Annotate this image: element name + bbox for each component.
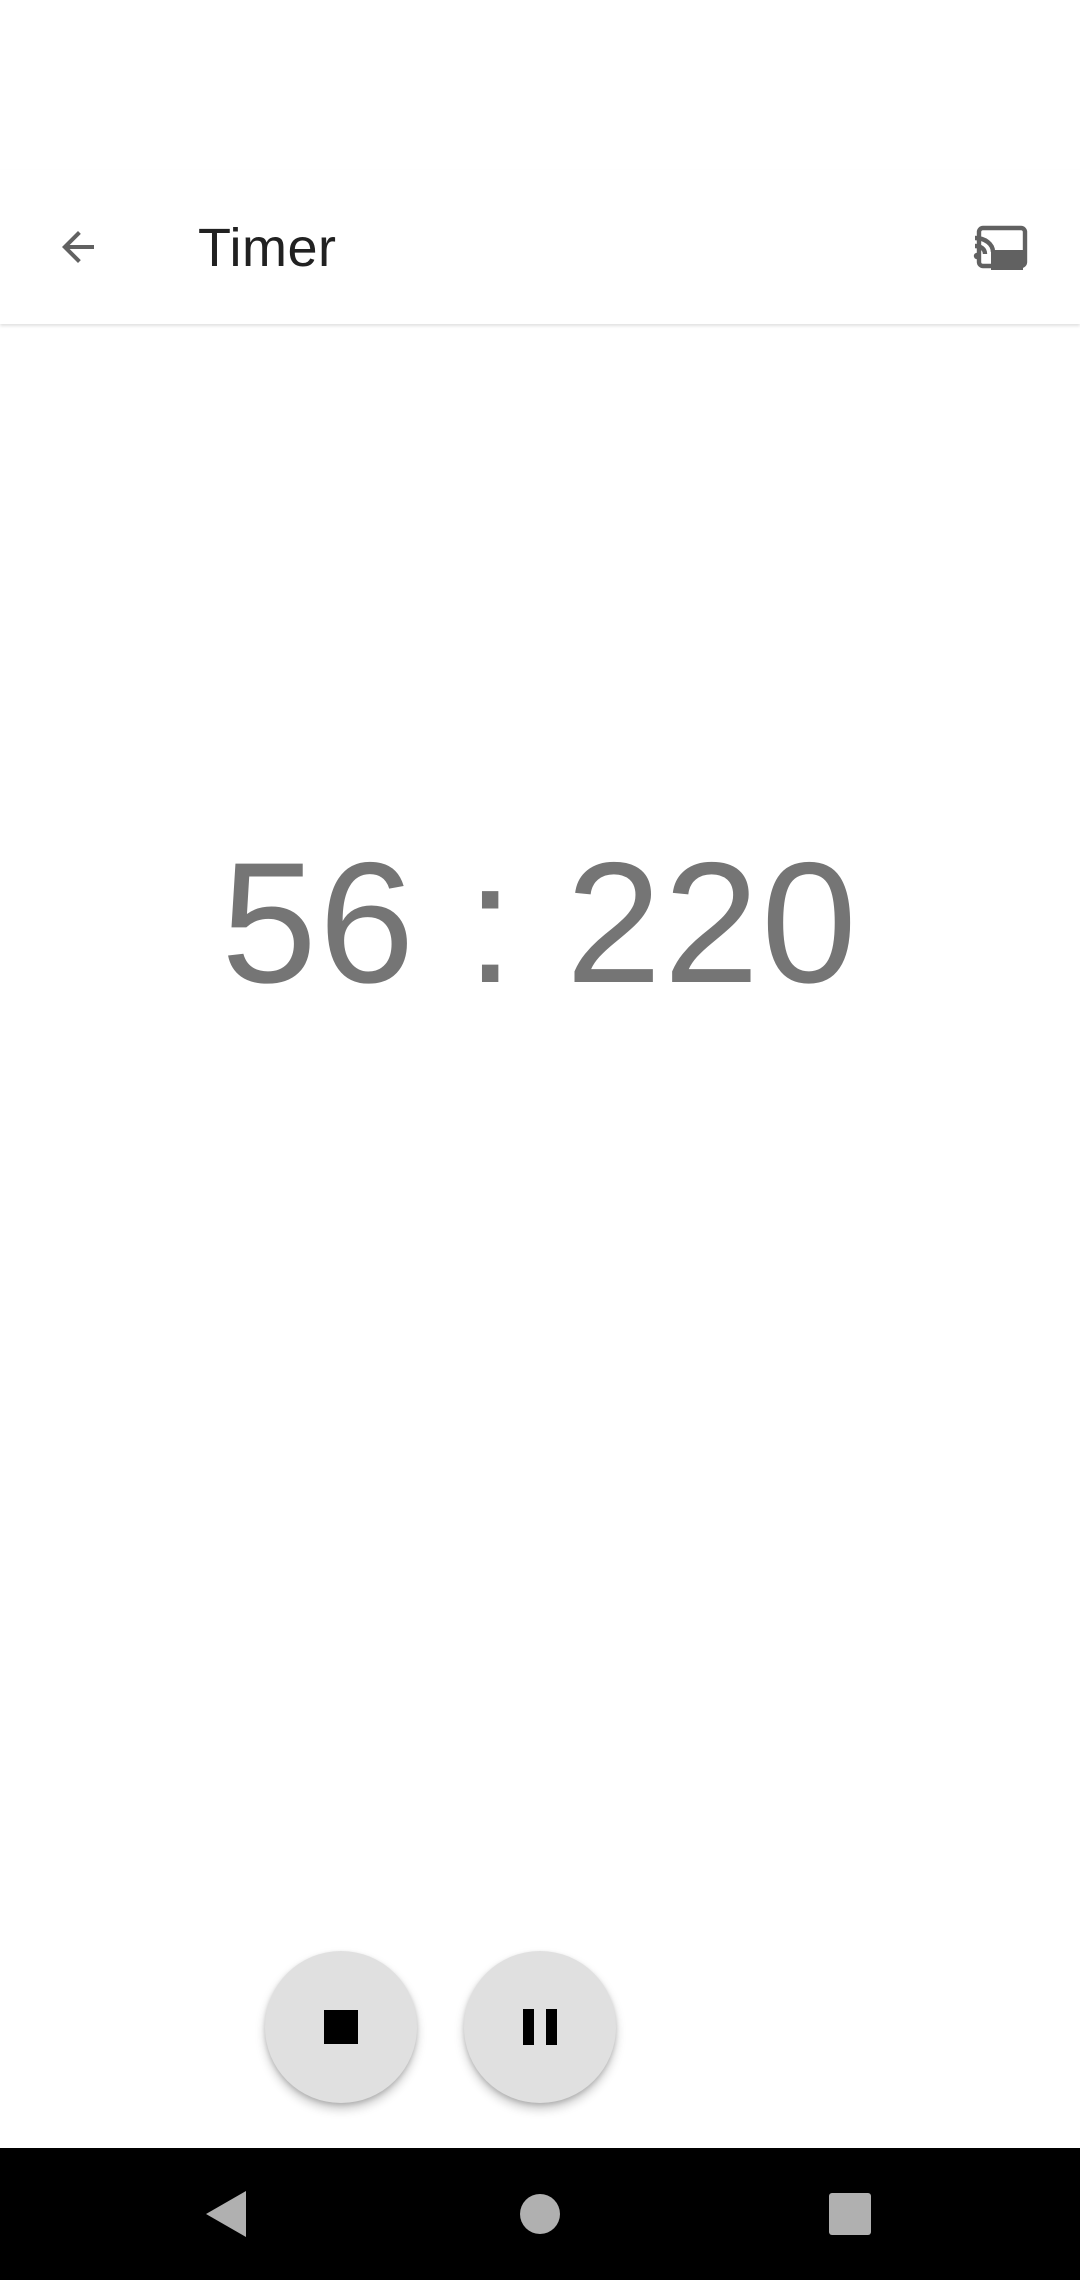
stop-button[interactable] [265,1951,417,2103]
back-button[interactable] [34,203,122,291]
nav-back-button[interactable] [176,2168,276,2260]
nav-recents-button[interactable] [800,2168,900,2260]
stop-icon [324,2010,358,2044]
nav-recents-icon [829,2193,871,2235]
app-bar: Timer [0,170,1080,324]
navigation-bar [0,2148,1080,2280]
cast-button[interactable] [958,203,1046,291]
page-title: Timer [198,218,337,278]
nav-home-button[interactable] [490,2168,590,2260]
cast-icon [973,225,1028,270]
nav-home-icon [520,2194,560,2234]
arrow-left-icon [62,231,94,263]
pause-button[interactable] [464,1951,616,2103]
pause-icon [523,2009,557,2045]
timer-content [0,324,1080,2148]
nav-back-icon [206,2191,246,2237]
status-bar [0,0,1080,170]
timer-display: 56 : 220 [221,827,859,1019]
